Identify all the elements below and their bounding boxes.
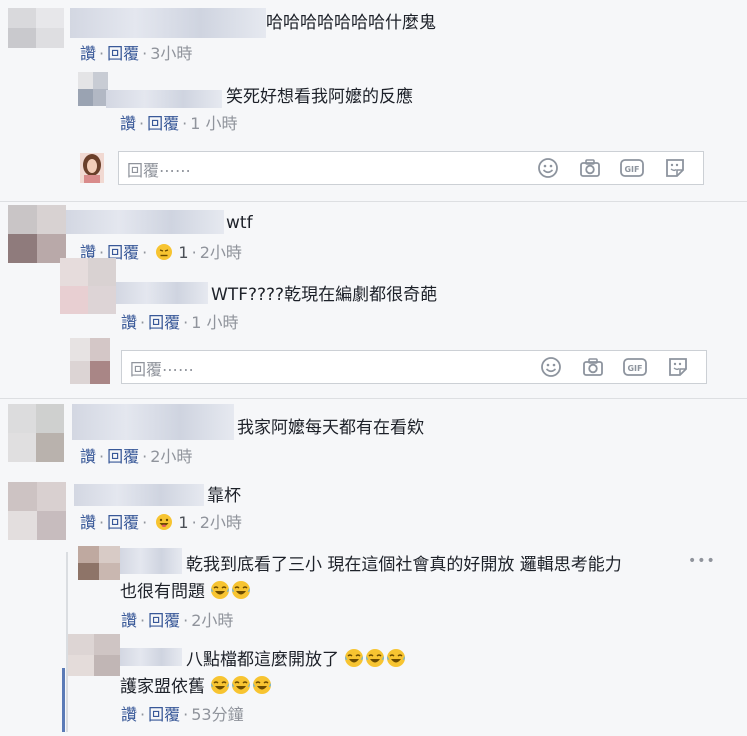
reply-link[interactable]: 回覆 <box>148 611 180 630</box>
comment-text: 笑死好想看我阿嬤的反應 <box>226 87 413 107</box>
emoji-icon[interactable] <box>540 356 562 378</box>
current-user-avatar[interactable] <box>70 338 110 384</box>
commenter-name[interactable] <box>74 484 204 506</box>
reply-input[interactable]: 回覆⋯⋯ GIF <box>118 151 704 185</box>
like-link[interactable]: 讚 <box>121 313 137 332</box>
timestamp[interactable]: 3小時 <box>150 44 192 63</box>
svg-text:GIF: GIF <box>624 165 639 174</box>
like-link[interactable]: 讚 <box>80 44 96 63</box>
camera-icon[interactable] <box>579 157 601 179</box>
reply-link[interactable]: 回覆 <box>148 313 180 332</box>
comment-actions: 讚 · 回覆 · 2小時 <box>80 447 193 466</box>
gif-icon[interactable]: GIF <box>620 157 644 179</box>
avatar[interactable] <box>60 258 116 314</box>
sticker-icon[interactable] <box>667 356 689 378</box>
comment-text: 我家阿嬤每天都有在看欸 <box>237 418 424 438</box>
comment-text: 八點檔都這麼開放了 <box>186 648 407 671</box>
like-link[interactable]: 讚 <box>80 513 96 532</box>
more-options-icon[interactable]: ••• <box>688 553 716 569</box>
comment-actions: 讚 · 回覆 · 1 小時 <box>120 114 238 133</box>
laughing-tears-emoji-icon <box>366 649 385 667</box>
reaction-icon[interactable] <box>155 513 173 531</box>
comment-text: 乾我到底看了三小 現在這個社會真的好開放 邏輯思考能力 <box>186 555 622 575</box>
gif-icon[interactable]: GIF <box>623 356 647 378</box>
divider <box>0 201 747 202</box>
laughing-tears-emoji-icon <box>387 649 406 667</box>
reaction-icon[interactable] <box>155 243 173 261</box>
like-link[interactable]: 讚 <box>121 611 137 630</box>
reply-link[interactable]: 回覆 <box>147 114 179 133</box>
comment-text: wtf <box>226 213 253 233</box>
commenter-name[interactable] <box>72 404 234 440</box>
avatar[interactable] <box>78 72 108 106</box>
commenter-name[interactable] <box>120 648 182 666</box>
commenter-name[interactable] <box>106 90 222 108</box>
divider <box>0 398 747 399</box>
avatar[interactable] <box>8 8 64 48</box>
laughing-tears-emoji-icon <box>232 581 251 599</box>
avatar[interactable] <box>68 634 120 676</box>
laughing-tears-emoji-icon <box>211 676 230 694</box>
avatar[interactable] <box>8 205 66 263</box>
laughing-tears-emoji-icon <box>253 676 272 694</box>
reply-link[interactable]: 回覆 <box>107 44 139 63</box>
commenter-name[interactable] <box>66 210 224 234</box>
timestamp[interactable]: 2小時 <box>191 611 233 630</box>
comment-actions: 讚 · 回覆 · 1 · 2小時 <box>80 513 242 532</box>
reply-link[interactable]: 回覆 <box>107 513 139 532</box>
comment-text: 靠杯 <box>207 486 241 506</box>
comment-actions: 讚 · 回覆 · 3小時 <box>80 44 193 63</box>
commenter-name[interactable] <box>116 282 208 304</box>
comment-text: 哈哈哈哈哈哈哈什麼鬼 <box>266 13 436 33</box>
comment-actions: 讚 · 回覆 · 2小時 <box>121 611 234 630</box>
reply-placeholder: 回覆⋯⋯ <box>127 161 192 180</box>
laughing-tears-emoji-icon <box>211 581 230 599</box>
comment-thread-page: { "actions": {"like": "讚", "reply": "回覆"… <box>0 0 747 736</box>
comment-actions: 讚 · 回覆 · 53分鐘 <box>121 705 244 724</box>
svg-text:GIF: GIF <box>627 364 642 373</box>
timestamp[interactable]: 2小時 <box>200 513 242 532</box>
timestamp[interactable]: 53分鐘 <box>191 705 243 724</box>
emoji-icon[interactable] <box>537 157 559 179</box>
comment-actions: 讚 · 回覆 · 1 小時 <box>121 313 239 332</box>
reply-placeholder: 回覆⋯⋯ <box>130 360 195 379</box>
commenter-name[interactable] <box>70 8 266 38</box>
reaction-count[interactable]: 1 <box>178 243 188 262</box>
comment-text: WTF????乾現在編劇都很奇葩 <box>211 285 438 305</box>
like-link[interactable]: 讚 <box>121 705 137 724</box>
timestamp[interactable]: 1 小時 <box>190 114 237 133</box>
thread-line-active <box>62 668 65 732</box>
laughing-tears-emoji-icon <box>232 676 251 694</box>
like-link[interactable]: 讚 <box>80 447 96 466</box>
comment-text-line2: 也很有問題 <box>120 580 252 603</box>
avatar[interactable] <box>8 482 66 540</box>
reply-input[interactable]: 回覆⋯⋯ GIF <box>121 350 707 384</box>
reaction-count[interactable]: 1 <box>178 513 188 532</box>
reply-link[interactable]: 回覆 <box>107 447 139 466</box>
like-link[interactable]: 讚 <box>120 114 136 133</box>
commenter-name[interactable] <box>120 548 182 574</box>
comment-text-line2: 護家盟依舊 <box>120 675 273 698</box>
camera-icon[interactable] <box>582 356 604 378</box>
avatar[interactable] <box>8 404 64 462</box>
timestamp[interactable]: 2小時 <box>200 243 242 262</box>
reply-link[interactable]: 回覆 <box>148 705 180 724</box>
current-user-avatar[interactable] <box>80 153 104 183</box>
avatar[interactable] <box>78 546 120 580</box>
sticker-icon[interactable] <box>664 157 686 179</box>
timestamp[interactable]: 1 小時 <box>191 313 238 332</box>
laughing-tears-emoji-icon <box>345 649 364 667</box>
timestamp[interactable]: 2小時 <box>150 447 192 466</box>
